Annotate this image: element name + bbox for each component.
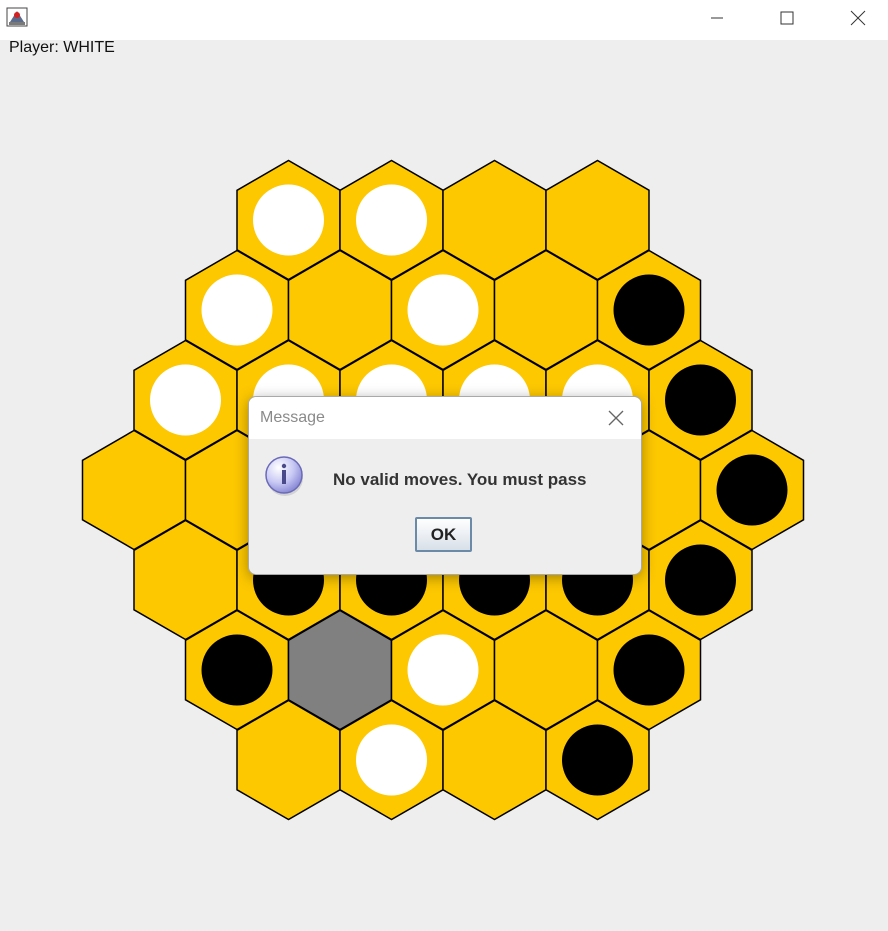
black-piece [562, 724, 633, 796]
white-piece [201, 274, 273, 346]
info-icon [265, 456, 303, 496]
dialog-close-button[interactable] [603, 405, 629, 431]
white-piece [253, 184, 324, 256]
close-icon [608, 410, 624, 426]
dialog-title: Message [260, 409, 325, 426]
black-piece [201, 634, 273, 706]
white-piece [150, 364, 221, 436]
white-piece [356, 184, 427, 256]
black-piece [613, 634, 685, 706]
black-piece [665, 544, 736, 616]
black-piece [613, 274, 685, 346]
ok-button[interactable]: OK [415, 517, 472, 552]
ok-button-label: OK [430, 524, 457, 544]
white-piece [356, 724, 427, 796]
black-piece [665, 364, 736, 436]
white-piece [407, 634, 479, 706]
message-dialog: Message No valid moves. You must pass OK [248, 396, 642, 575]
white-piece [407, 274, 479, 346]
dialog-titlebar: Message [249, 397, 641, 439]
dialog-message: No valid moves. You must pass [333, 470, 587, 489]
black-piece [716, 454, 788, 526]
